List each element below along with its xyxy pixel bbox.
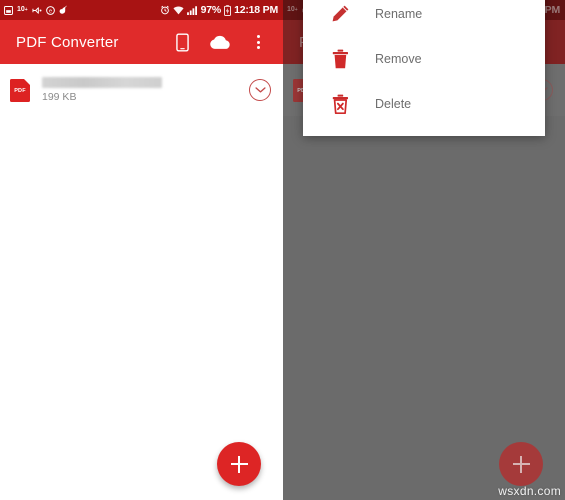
status-bar: 10 + e 97% 12:18 PM xyxy=(0,0,283,20)
menu-item-rename[interactable]: Rename xyxy=(303,0,545,36)
menu-item-label: Rename xyxy=(375,6,423,21)
file-list-item[interactable]: PDF 199 KB xyxy=(0,64,283,116)
ten-plus-icon-dimmed: 10 + xyxy=(287,6,298,13)
toolbar-actions xyxy=(171,30,269,54)
menu-item-label: Delete xyxy=(375,96,412,111)
clock-label: 12:18 PM xyxy=(234,4,278,16)
status-bar-left-icons: 10 + e xyxy=(4,0,68,20)
file-size-label: 199 KB xyxy=(42,91,77,103)
watermark: wsxdn.com xyxy=(498,484,561,498)
cloud-icon[interactable] xyxy=(209,30,231,54)
ten-plus-icon: 10 + xyxy=(17,6,28,13)
wifi-icon xyxy=(173,5,184,15)
pdf-icon-label: PDF xyxy=(14,88,26,94)
battery-percent-label: 97% xyxy=(200,4,222,16)
main-content-area-scrim[interactable]: Open file Send a copy Details xyxy=(283,0,565,500)
status-bar-right-icons: 97% 12:18 PM xyxy=(160,0,278,20)
trash-x-icon xyxy=(327,91,353,117)
chevron-down-circle-icon[interactable] xyxy=(249,79,271,101)
menu-item-label: Remove xyxy=(375,51,422,66)
add-file-fab-dimmed[interactable] xyxy=(499,442,543,486)
music-note-icon xyxy=(59,4,68,16)
pencil-icon xyxy=(327,1,353,27)
phone-screen-right: 10+ e xyxy=(283,0,565,500)
phone-device-icon[interactable] xyxy=(171,30,193,54)
dual-screenshot-container: 10 + e 97% 12:18 PM PDF Converter PDF 19… xyxy=(0,0,565,500)
sim-card-icon xyxy=(4,5,13,15)
battery-charging-icon xyxy=(224,4,231,16)
svg-text:e: e xyxy=(49,8,52,14)
alarm-clock-icon xyxy=(160,5,170,15)
do-not-disturb-icon xyxy=(32,6,42,15)
file-info: 199 KB xyxy=(42,77,249,103)
main-content-area xyxy=(0,116,283,500)
overflow-menu-icon[interactable] xyxy=(247,30,269,54)
menu-item-remove[interactable]: Remove xyxy=(303,36,545,81)
context-menu: Open file Send a copy Details xyxy=(303,0,545,136)
phone-screen-left: 10 + e 97% 12:18 PM PDF Converter PDF 19… xyxy=(0,0,283,500)
app-toolbar: PDF Converter xyxy=(0,20,283,64)
trash-icon xyxy=(327,46,353,72)
menu-item-delete[interactable]: Delete xyxy=(303,81,545,126)
plus-icon xyxy=(230,455,248,473)
circle-e-icon: e xyxy=(45,5,55,15)
add-file-fab[interactable] xyxy=(217,442,261,486)
file-name-label xyxy=(42,77,162,88)
plus-icon-dimmed xyxy=(512,455,530,473)
file-list: PDF 199 KB xyxy=(0,64,283,116)
pdf-file-icon: PDF xyxy=(8,76,32,104)
app-title: PDF Converter xyxy=(16,33,119,51)
signal-bars-icon xyxy=(186,5,198,15)
overflow-dots xyxy=(247,35,269,49)
